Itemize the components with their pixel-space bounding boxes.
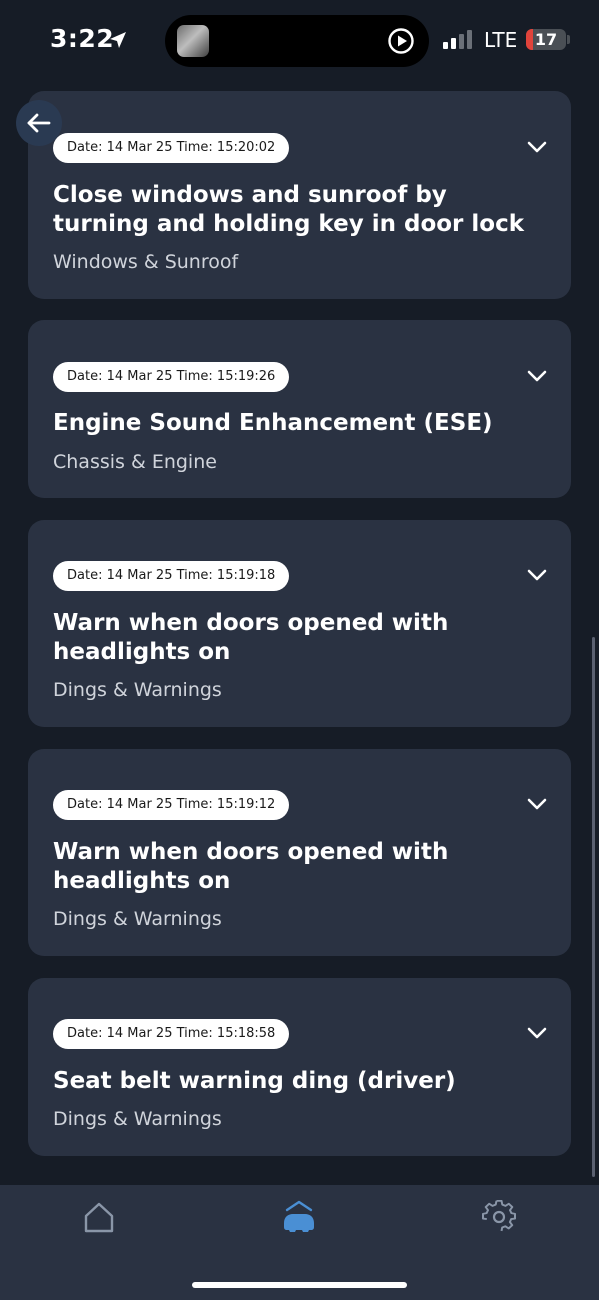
status-time: 3:22 (50, 24, 115, 53)
history-card[interactable]: Date: 14 Mar 25 Time: 15:20:02 Close win… (28, 91, 571, 299)
battery-terminal (567, 35, 570, 44)
cellular-signal-icon (443, 30, 472, 49)
home-icon (84, 1202, 114, 1233)
app-screen: Date: 14 Mar 25 Time: 15:20:02 Close win… (0, 0, 599, 1300)
chevron-down-icon[interactable] (527, 797, 547, 811)
setting-title: Seat belt warning ding (driver) (53, 1068, 456, 1094)
history-card[interactable]: Date: 14 Mar 25 Time: 15:19:18 Warn when… (28, 520, 571, 727)
network-type: LTE (484, 28, 518, 52)
date-time-badge: Date: 14 Mar 25 Time: 15:19:12 (53, 790, 290, 820)
arrow-left-icon (27, 113, 51, 133)
setting-category: Windows & Sunroof (53, 251, 239, 273)
setting-category: Chassis & Engine (53, 451, 217, 473)
chevron-down-icon[interactable] (527, 568, 547, 582)
setting-title: Warn when doors opened with headlights o… (53, 839, 449, 894)
chevron-down-icon[interactable] (527, 369, 547, 383)
history-card[interactable]: Date: 14 Mar 25 Time: 15:19:26 Engine So… (28, 320, 571, 498)
setting-category: Dings & Warnings (53, 908, 222, 930)
date-time-badge: Date: 14 Mar 25 Time: 15:19:26 (53, 362, 290, 392)
location-arrow-icon (110, 32, 126, 48)
tab-car[interactable] (277, 1195, 321, 1239)
play-circle-icon (388, 28, 414, 54)
chevron-down-icon[interactable] (527, 140, 547, 154)
battery-percent: 17 (534, 30, 558, 49)
setting-category: Dings & Warnings (53, 679, 222, 701)
tab-settings[interactable] (477, 1195, 521, 1239)
battery-indicator: 17 (526, 29, 566, 50)
setting-category: Dings & Warnings (53, 1108, 222, 1130)
history-card[interactable]: Date: 14 Mar 25 Time: 15:19:12 Warn when… (28, 749, 571, 956)
setting-title: Close windows and sunroof by turning and… (53, 182, 525, 237)
home-indicator[interactable] (192, 1282, 407, 1288)
history-card[interactable]: Date: 14 Mar 25 Time: 15:18:58 Seat belt… (28, 978, 571, 1156)
chevron-down-icon[interactable] (527, 1026, 547, 1040)
gear-icon (482, 1200, 516, 1232)
status-bar: 3:22 LTE 17 (0, 0, 599, 84)
tab-home[interactable] (77, 1195, 121, 1239)
car-icon (284, 1200, 314, 1232)
scrollbar[interactable] (592, 637, 595, 1177)
date-time-badge: Date: 14 Mar 25 Time: 15:20:02 (53, 133, 290, 163)
back-button[interactable] (16, 100, 62, 146)
dynamic-island[interactable] (165, 15, 429, 67)
date-time-badge: Date: 14 Mar 25 Time: 15:19:18 (53, 561, 290, 591)
setting-title: Engine Sound Enhancement (ESE) (53, 410, 493, 436)
date-time-badge: Date: 14 Mar 25 Time: 15:18:58 (53, 1019, 290, 1049)
history-list[interactable]: Date: 14 Mar 25 Time: 15:20:02 Close win… (0, 0, 599, 1185)
media-thumbnail (177, 25, 209, 57)
setting-title: Warn when doors opened with headlights o… (53, 610, 449, 665)
